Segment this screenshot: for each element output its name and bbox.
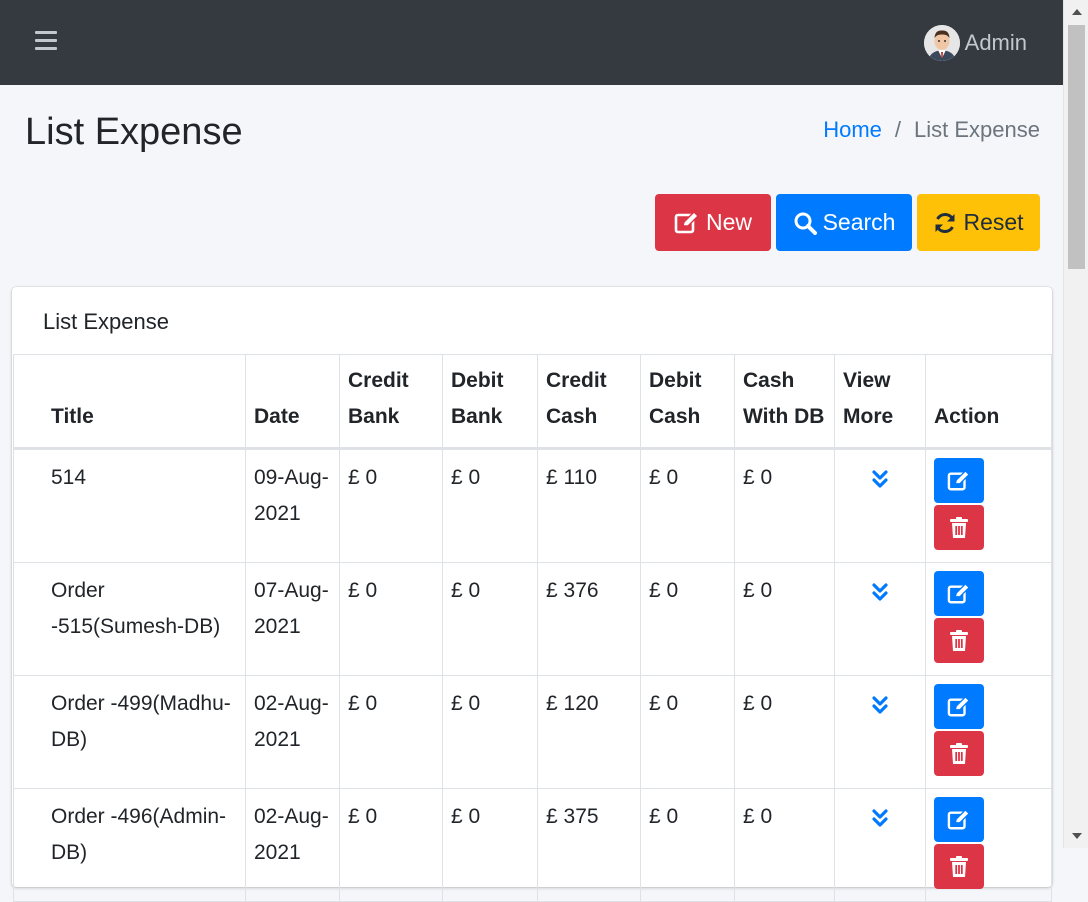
cell-action (925, 788, 1052, 902)
scroll-up-arrow-icon[interactable] (1072, 9, 1082, 15)
edit-button[interactable] (934, 684, 984, 729)
column-header-credit-cash[interactable]: Credit Cash (537, 354, 641, 450)
expense-table: Title Date Credit Bank Debit Bank Credit… (13, 354, 1052, 902)
page-scrollbar[interactable] (1063, 0, 1088, 848)
user-menu[interactable]: Admin (923, 25, 1027, 61)
delete-button[interactable] (934, 844, 984, 889)
breadcrumb-separator: / (894, 117, 902, 142)
search-button[interactable]: Search (776, 194, 912, 251)
reset-button[interactable]: Reset (917, 194, 1040, 251)
edit-button[interactable] (934, 797, 984, 842)
table-row: Order -496(Admin-DB) 02-Aug-2021 £ 0 £ 0… (13, 788, 1052, 902)
breadcrumb: Home / List Expense (823, 117, 1040, 143)
cell-view-more (834, 788, 926, 902)
cell-title: Order -499(Madhu-DB) (13, 675, 246, 789)
column-header-action: Action (925, 354, 1052, 450)
cell-debit-bank: £ 0 (442, 448, 538, 563)
cell-view-more (834, 562, 926, 676)
cell-debit-bank: £ 0 (442, 562, 538, 676)
column-header-debit-bank[interactable]: Debit Bank (442, 354, 538, 450)
search-icon (794, 212, 817, 235)
column-header-debit-cash[interactable]: Debit Cash (640, 354, 735, 450)
trash-icon (950, 855, 968, 877)
scroll-down-arrow-icon[interactable] (1072, 833, 1082, 839)
avatar (923, 25, 960, 61)
cell-cash-with-db: £ 0 (734, 448, 835, 563)
column-header-title[interactable]: Title (13, 354, 246, 450)
trash-icon (950, 742, 968, 764)
cell-credit-cash: £ 110 (537, 448, 641, 563)
edit-button[interactable] (934, 458, 984, 503)
column-header-credit-bank[interactable]: Credit Bank (339, 354, 443, 450)
cell-debit-cash: £ 0 (640, 448, 735, 563)
cell-credit-bank: £ 0 (339, 448, 443, 563)
table-row: 514 09-Aug-2021 £ 0 £ 0 £ 110 £ 0 £ 0 (13, 448, 1052, 563)
delete-button[interactable] (934, 731, 984, 776)
delete-button[interactable] (934, 505, 984, 550)
search-button-label: Search (822, 209, 896, 235)
cell-view-more (834, 448, 926, 563)
new-button-label: New (705, 209, 752, 235)
column-header-date[interactable]: Date (245, 354, 340, 450)
angle-double-down-icon[interactable] (871, 805, 889, 841)
cell-title: Order -496(Admin-DB) (13, 788, 246, 902)
table-row: Order -515(Sumesh-DB) 07-Aug-2021 £ 0 £ … (13, 562, 1052, 676)
edit-icon (947, 808, 970, 829)
cell-credit-cash: £ 375 (537, 788, 641, 902)
angle-double-down-icon[interactable] (871, 692, 889, 728)
cell-credit-cash: £ 120 (537, 675, 641, 789)
cell-view-more (834, 675, 926, 789)
column-header-cash-with-db[interactable]: Cash With DB (734, 354, 835, 450)
edit-icon (947, 695, 970, 716)
cell-debit-bank: £ 0 (442, 788, 538, 902)
cell-cash-with-db: £ 0 (734, 788, 835, 902)
cell-date: 02-Aug-2021 (245, 788, 340, 902)
cell-action (925, 562, 1052, 676)
sync-icon (935, 212, 955, 233)
expense-list-card: List Expense Title Date Credit Bank Debi… (12, 287, 1052, 902)
column-header-view-more: View More (834, 354, 926, 450)
cell-cash-with-db: £ 0 (734, 675, 835, 789)
cell-date: 09-Aug-2021 (245, 448, 340, 563)
trash-icon (950, 516, 968, 538)
edit-icon (674, 210, 699, 233)
cell-credit-bank: £ 0 (339, 562, 443, 676)
cell-debit-cash: £ 0 (640, 788, 735, 902)
table-row: Order -499(Madhu-DB) 02-Aug-2021 £ 0 £ 0… (13, 675, 1052, 789)
delete-button[interactable] (934, 618, 984, 663)
cell-title: Order -515(Sumesh-DB) (13, 562, 246, 676)
edit-button[interactable] (934, 571, 984, 616)
cell-debit-cash: £ 0 (640, 675, 735, 789)
cell-credit-cash: £ 376 (537, 562, 641, 676)
cell-cash-with-db: £ 0 (734, 562, 835, 676)
page-title: List Expense (25, 111, 243, 153)
angle-double-down-icon[interactable] (871, 579, 889, 615)
cell-action (925, 448, 1052, 563)
cell-title: 514 (13, 448, 246, 563)
cell-date: 02-Aug-2021 (245, 675, 340, 789)
edit-icon (947, 582, 970, 603)
cell-credit-bank: £ 0 (339, 788, 443, 902)
cell-credit-bank: £ 0 (339, 675, 443, 789)
breadcrumb-current: List Expense (914, 117, 1040, 142)
hamburger-menu-icon[interactable] (35, 31, 57, 51)
cell-action (925, 675, 1052, 789)
scrollbar-thumb[interactable] (1068, 25, 1085, 269)
user-name: Admin (964, 30, 1027, 55)
reset-button-label: Reset (963, 209, 1024, 235)
cell-date: 07-Aug-2021 (245, 562, 340, 676)
cell-debit-cash: £ 0 (640, 562, 735, 676)
card-title: List Expense (43, 309, 169, 334)
breadcrumb-home-link[interactable]: Home (823, 117, 882, 143)
new-button[interactable]: New (655, 194, 771, 251)
trash-icon (950, 629, 968, 651)
edit-icon (947, 469, 970, 490)
top-navbar: Admin (0, 0, 1063, 85)
table-header-row: Title Date Credit Bank Debit Bank Credit… (13, 354, 1052, 450)
angle-double-down-icon[interactable] (871, 466, 889, 502)
cell-debit-bank: £ 0 (442, 675, 538, 789)
